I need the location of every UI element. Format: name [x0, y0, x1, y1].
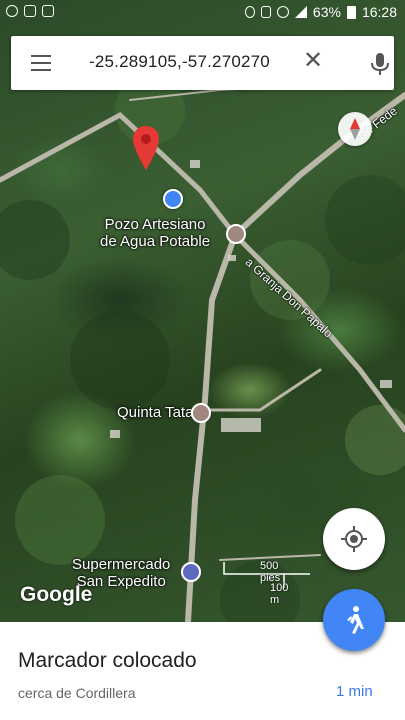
clock: 16:28 — [361, 4, 397, 20]
place-label-pozo[interactable]: Pozo Artesiano de Agua Potable — [100, 216, 210, 250]
whatsapp-icon — [6, 5, 18, 17]
notification-icon — [24, 5, 36, 17]
compass-button[interactable] — [338, 112, 372, 146]
location-icon — [244, 6, 255, 18]
walking-person-icon — [347, 606, 364, 634]
status-bar: 63% 16:28 — [0, 0, 405, 26]
lodging-icon[interactable] — [191, 403, 211, 423]
voicemail-icon — [42, 5, 54, 17]
battery-percent: 63% — [312, 4, 341, 20]
mute-icon — [260, 6, 271, 18]
scale-feet-label: 500 pies — [260, 560, 281, 584]
crosshair-icon — [341, 526, 367, 552]
alarm-icon — [276, 6, 289, 18]
walking-directions-button[interactable] — [323, 589, 385, 651]
microphone-icon[interactable] — [369, 52, 391, 76]
scale-meters-label: 100 m — [270, 582, 289, 606]
compass-icon — [350, 118, 360, 140]
signal-icon — [294, 6, 307, 18]
sheet-title: Marcador colocado — [18, 649, 197, 672]
battery-icon — [346, 5, 356, 19]
search-bar[interactable]: -25.289105,-57.270270 ✕ — [11, 36, 394, 90]
shopping-cart-icon[interactable] — [181, 562, 201, 582]
menu-icon[interactable] — [31, 55, 51, 71]
google-logo: Google — [20, 583, 93, 606]
close-icon[interactable]: ✕ — [303, 49, 323, 73]
water-well-icon[interactable] — [226, 224, 246, 244]
dropped-pin-icon[interactable] — [133, 126, 159, 170]
my-location-button[interactable] — [323, 508, 385, 570]
my-location-dot — [163, 189, 183, 209]
sheet-subtitle: cerca de Cordillera — [18, 685, 136, 701]
search-query[interactable]: -25.289105,-57.270270 — [89, 52, 270, 72]
travel-time[interactable]: 1 min — [336, 683, 373, 700]
